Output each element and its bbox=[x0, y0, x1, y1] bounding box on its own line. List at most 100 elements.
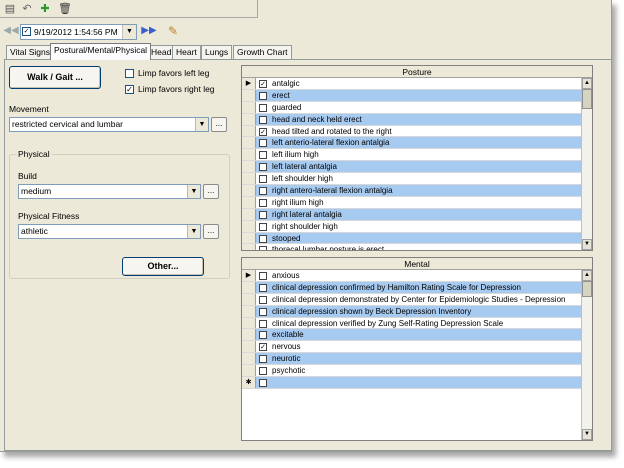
chevron-down-icon[interactable]: ▼ bbox=[187, 185, 200, 198]
posture-row-checkbox[interactable]: ✓ bbox=[259, 80, 267, 88]
row-header[interactable]: ✱ bbox=[242, 377, 256, 388]
mental-row[interactable]: clinical depression demonstrated by Cent… bbox=[242, 293, 592, 306]
posture-row[interactable]: right antero-lateral flexion antalgia bbox=[242, 185, 592, 197]
posture-row-checkbox[interactable] bbox=[259, 187, 267, 196]
row-header[interactable] bbox=[242, 185, 256, 196]
tab-growth-chart[interactable]: Growth Chart bbox=[233, 45, 292, 59]
mental-row[interactable]: neurotic bbox=[242, 353, 592, 366]
mental-row-checkbox[interactable] bbox=[259, 355, 267, 364]
tab-postural-mental-physical[interactable]: Postural/Mental/Physical bbox=[50, 43, 152, 60]
row-header[interactable] bbox=[242, 232, 256, 244]
posture-row[interactable]: right shoulder high bbox=[242, 220, 592, 233]
mental-row-checkbox[interactable] bbox=[259, 319, 267, 328]
row-header[interactable] bbox=[242, 173, 256, 185]
movement-ellipsis-button[interactable]: ... bbox=[211, 117, 227, 132]
mental-scrollbar[interactable]: ▲ ▼ bbox=[581, 270, 592, 440]
limp-left-box[interactable] bbox=[125, 69, 134, 79]
row-header[interactable] bbox=[242, 353, 256, 365]
mental-row[interactable]: ✱ bbox=[242, 377, 592, 389]
posture-row[interactable]: left shoulder high bbox=[242, 173, 592, 186]
undo-icon[interactable]: ↶ bbox=[20, 2, 34, 16]
limp-left-checkbox[interactable]: Limp favors left leg bbox=[125, 68, 209, 79]
other-button[interactable]: Other... bbox=[122, 257, 204, 276]
tab-lungs[interactable]: Lungs bbox=[201, 45, 233, 59]
posture-row-checkbox[interactable] bbox=[259, 115, 267, 124]
row-header[interactable] bbox=[242, 113, 256, 125]
build-select[interactable]: medium ▼ bbox=[18, 184, 201, 199]
mental-row-checkbox[interactable] bbox=[259, 367, 267, 376]
posture-row[interactable]: ▶ ✓ antalgic bbox=[242, 78, 592, 90]
scroll-up-icon[interactable]: ▲ bbox=[582, 270, 592, 281]
scroll-down-icon[interactable]: ▼ bbox=[582, 429, 592, 440]
physical-fitness-select[interactable]: athletic ▼ bbox=[18, 224, 201, 239]
pencil-icon[interactable]: ✎ bbox=[166, 22, 180, 40]
posture-row[interactable]: left anterio-lateral flexion antalgia bbox=[242, 137, 592, 150]
limp-right-box[interactable]: ✓ bbox=[125, 85, 134, 95]
walk-gait-button[interactable]: Walk / Gait ... bbox=[9, 66, 101, 89]
previous-record-icon[interactable]: ◀◀ bbox=[3, 22, 19, 40]
scroll-down-icon[interactable]: ▼ bbox=[582, 239, 592, 250]
posture-row-checkbox[interactable] bbox=[259, 198, 267, 207]
posture-row-checkbox[interactable] bbox=[259, 91, 267, 100]
next-record-icon[interactable]: ▶▶ bbox=[140, 22, 158, 40]
posture-row[interactable]: right ilium high bbox=[242, 196, 592, 209]
row-header[interactable]: ▶ bbox=[242, 270, 256, 281]
movement-select[interactable]: restricted cervical and lumbar ▼ bbox=[9, 117, 209, 132]
row-header[interactable] bbox=[242, 244, 256, 250]
posture-row-checkbox[interactable] bbox=[259, 163, 267, 172]
new-document-icon[interactable]: ✚ bbox=[38, 2, 52, 16]
mental-grid[interactable]: Mental ▶ anxious clinical depression confi… bbox=[241, 257, 593, 441]
row-header[interactable] bbox=[242, 365, 256, 377]
row-header[interactable]: ▶ bbox=[242, 78, 256, 89]
posture-row-checkbox[interactable] bbox=[259, 103, 267, 112]
posture-scrollbar[interactable]: ▲ ▼ bbox=[581, 78, 592, 250]
posture-row-checkbox[interactable] bbox=[259, 139, 267, 148]
posture-row[interactable]: left lateral antalgia bbox=[242, 161, 592, 174]
row-header[interactable] bbox=[242, 305, 256, 317]
row-header[interactable] bbox=[242, 220, 256, 232]
delete-icon[interactable]: 🗑 bbox=[58, 2, 72, 16]
posture-row-checkbox[interactable] bbox=[259, 175, 267, 184]
mental-row[interactable]: clinical depression verified by Zung Sel… bbox=[242, 317, 592, 330]
row-header[interactable] bbox=[242, 317, 256, 329]
posture-grid[interactable]: Posture ▶ ✓ antalgic erect guarded head and n… bbox=[241, 65, 593, 251]
mental-row[interactable]: clinical depression confirmed by Hamilto… bbox=[242, 281, 592, 294]
posture-row[interactable]: erect bbox=[242, 89, 592, 102]
posture-row-checkbox[interactable] bbox=[259, 222, 267, 231]
posture-row[interactable]: head and neck held erect bbox=[242, 113, 592, 126]
chevron-down-icon[interactable]: ▼ bbox=[195, 118, 208, 131]
posture-row-checkbox[interactable] bbox=[259, 246, 267, 250]
posture-row[interactable]: thoracal lumbar posture is erect bbox=[242, 244, 592, 250]
row-header[interactable] bbox=[242, 125, 256, 137]
tab-heart[interactable]: Heart bbox=[172, 45, 201, 59]
date-time-picker[interactable]: ✓ 9/19/2012 1:54:56 PM ▼ bbox=[20, 24, 137, 40]
posture-row-checkbox[interactable] bbox=[259, 234, 267, 243]
posture-row-checkbox[interactable] bbox=[259, 210, 267, 219]
posture-row[interactable]: stooped bbox=[242, 232, 592, 245]
row-header[interactable] bbox=[242, 149, 256, 161]
date-enabled-checkbox[interactable]: ✓ bbox=[22, 27, 31, 36]
mental-row-checkbox[interactable] bbox=[259, 272, 267, 280]
build-ellipsis-button[interactable]: ... bbox=[203, 184, 219, 199]
row-header[interactable] bbox=[242, 137, 256, 149]
mental-row-checkbox[interactable]: ✓ bbox=[259, 343, 267, 352]
mental-row-checkbox[interactable] bbox=[259, 379, 267, 388]
row-header[interactable] bbox=[242, 208, 256, 220]
scroll-up-icon[interactable]: ▲ bbox=[582, 78, 592, 89]
scroll-thumb[interactable] bbox=[582, 281, 592, 297]
row-header[interactable] bbox=[242, 161, 256, 173]
posture-row[interactable]: guarded bbox=[242, 101, 592, 114]
mental-row-checkbox[interactable] bbox=[259, 307, 267, 316]
mental-row[interactable]: psychotic bbox=[242, 365, 592, 378]
row-header[interactable] bbox=[242, 101, 256, 113]
row-header[interactable] bbox=[242, 293, 256, 305]
row-header[interactable] bbox=[242, 196, 256, 208]
posture-row[interactable]: right lateral antalgia bbox=[242, 208, 592, 221]
mental-row[interactable]: clinical depression shown by Beck Depres… bbox=[242, 305, 592, 318]
posture-row-checkbox[interactable] bbox=[259, 151, 267, 160]
row-header[interactable] bbox=[242, 281, 256, 293]
posture-row[interactable]: ✓ head tilted and rotated to the right bbox=[242, 125, 592, 138]
posture-row-checkbox[interactable]: ✓ bbox=[259, 127, 267, 136]
row-header[interactable] bbox=[242, 89, 256, 101]
row-header[interactable] bbox=[242, 329, 256, 341]
